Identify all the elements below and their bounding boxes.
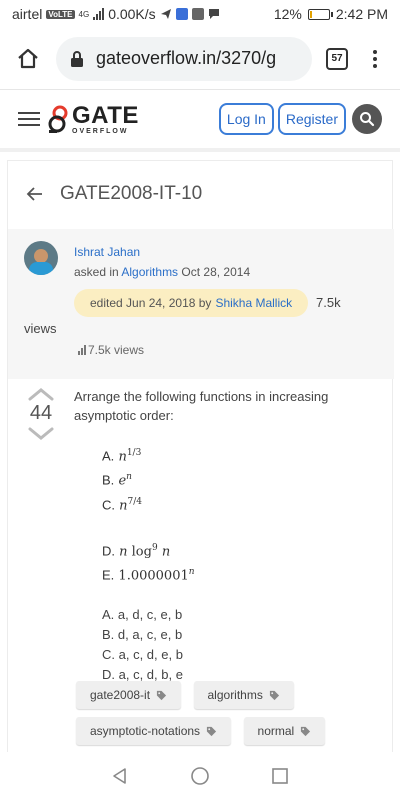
avatar[interactable] [24, 241, 58, 275]
edited-text: edited Jun 24, 2018 by [90, 296, 212, 310]
asked-prefix: asked in [74, 265, 119, 279]
tab-switcher-button[interactable]: 57 [322, 44, 352, 74]
upvote-icon[interactable] [28, 387, 54, 401]
function-list: A. n1/3 B. en C. n7/4 D. n log9 n E. 1.0… [102, 443, 374, 587]
login-button[interactable]: Log In [218, 103, 274, 135]
home-circle-icon[interactable] [190, 766, 210, 786]
clock: 2:42 PM [335, 6, 388, 22]
back-icon[interactable] [111, 767, 129, 785]
chat-icon [208, 9, 219, 19]
carrier-name: airtel [12, 6, 43, 22]
tag-normal[interactable]: normal [243, 717, 326, 745]
views-label: views [24, 321, 57, 336]
views-stat: 7.5k views [78, 343, 144, 357]
battery-icon [307, 8, 333, 20]
edited-badge: edited Jun 24, 2018 by Shikha Mallick [74, 289, 309, 317]
question-body: Arrange the following functions in incre… [74, 387, 374, 685]
asked-line: asked in Algorithms Oct 28, 2014 [74, 265, 250, 279]
asked-date: Oct 28, 2014 [181, 265, 251, 279]
telegram-icon [160, 9, 171, 19]
answer-choice: C. a, c, d, e, b [102, 646, 183, 662]
signal-icon [93, 8, 105, 20]
back-arrow-icon[interactable] [26, 185, 44, 203]
tag-asymptotic-notations[interactable]: asymptotic-notations [76, 717, 232, 745]
tag-label: asymptotic-notations [90, 724, 201, 738]
tag-icon [269, 690, 279, 700]
shield-app-icon [175, 8, 188, 20]
tag-icon [301, 726, 311, 736]
url-text: gateoverflow.in/3270/g [96, 48, 277, 68]
answer-choice: A. a, d, c, e, b [102, 606, 183, 622]
overflow-menu-button[interactable] [360, 41, 390, 77]
option-a: A. n1/3 [102, 448, 142, 465]
answer-choice: B. d, a, c, e, b [102, 626, 183, 642]
answer-choices: A. a, d, c, e, b B. d, a, c, e, b C. a, … [102, 605, 374, 685]
logo-title: GATE [72, 101, 139, 129]
vote-count: 44 [29, 402, 53, 424]
volte-badge: VoLTE [46, 9, 75, 19]
vote-widget: 44 [26, 387, 56, 441]
gallery-icon [191, 8, 204, 20]
downvote-icon[interactable] [28, 427, 54, 441]
editor-link[interactable]: Shikha Mallick [215, 296, 292, 310]
tag-label: algorithms [207, 688, 263, 702]
home-button[interactable] [10, 41, 46, 77]
search-button[interactable] [352, 104, 382, 134]
lock-icon [70, 50, 84, 68]
tag-label: gate2008-it [90, 688, 151, 702]
recents-icon[interactable] [271, 767, 289, 785]
register-button[interactable]: Register [277, 103, 346, 135]
tag-label: normal [257, 724, 295, 738]
views-stat-text: 7.5k views [88, 343, 145, 357]
page-content: GATE2008-IT-10 Ishrat Jahan asked in Alg… [0, 152, 400, 752]
browser-toolbar: gateoverflow.in/3270/g 57 [0, 28, 400, 90]
question-title[interactable]: GATE2008-IT-10 [60, 183, 202, 205]
tag-list: gate2008-it algorithms asymptotic-notati… [76, 681, 376, 752]
option-d: D. n log9 n [102, 542, 171, 560]
tag-icon [206, 726, 217, 736]
question-text: Arrange the following functions in incre… [74, 389, 329, 423]
views-count: 7.5k [316, 295, 341, 310]
question-card: GATE2008-IT-10 Ishrat Jahan asked in Alg… [7, 160, 394, 752]
network-type: 4G [78, 9, 90, 19]
site-header: GATE OVERFLOW Log In Register [0, 90, 400, 152]
category-link[interactable]: Algorithms [121, 265, 178, 279]
menu-icon[interactable] [18, 112, 40, 126]
search-icon [360, 112, 375, 127]
option-c: C. n7/4 [102, 496, 142, 513]
option-e: E. 1.0000001n [102, 567, 195, 584]
option-b: B. en [102, 472, 132, 489]
author-link[interactable]: Ishrat Jahan [74, 245, 140, 259]
battery-percent: 12% [273, 6, 302, 22]
logo-subtitle: OVERFLOW [72, 127, 129, 135]
system-nav-bar [0, 752, 400, 800]
question-meta: Ishrat Jahan asked in Algorithms Oct 28,… [8, 229, 394, 379]
tag-icon [156, 690, 167, 700]
data-speed: 0.00K/s [108, 6, 156, 22]
tab-count: 57 [326, 47, 348, 70]
bar-chart-icon [78, 345, 86, 355]
tag-algorithms[interactable]: algorithms [193, 681, 294, 709]
tag-gate2008-it[interactable]: gate2008-it [76, 681, 182, 709]
status-bar: airtel VoLTE 4G 0.00K/s 12% 2:42 PM [0, 0, 400, 28]
logo-mark-icon [48, 105, 68, 133]
address-bar[interactable]: gateoverflow.in/3270/g [56, 36, 312, 81]
home-icon [18, 48, 38, 68]
site-logo[interactable]: GATE OVERFLOW [48, 101, 139, 135]
